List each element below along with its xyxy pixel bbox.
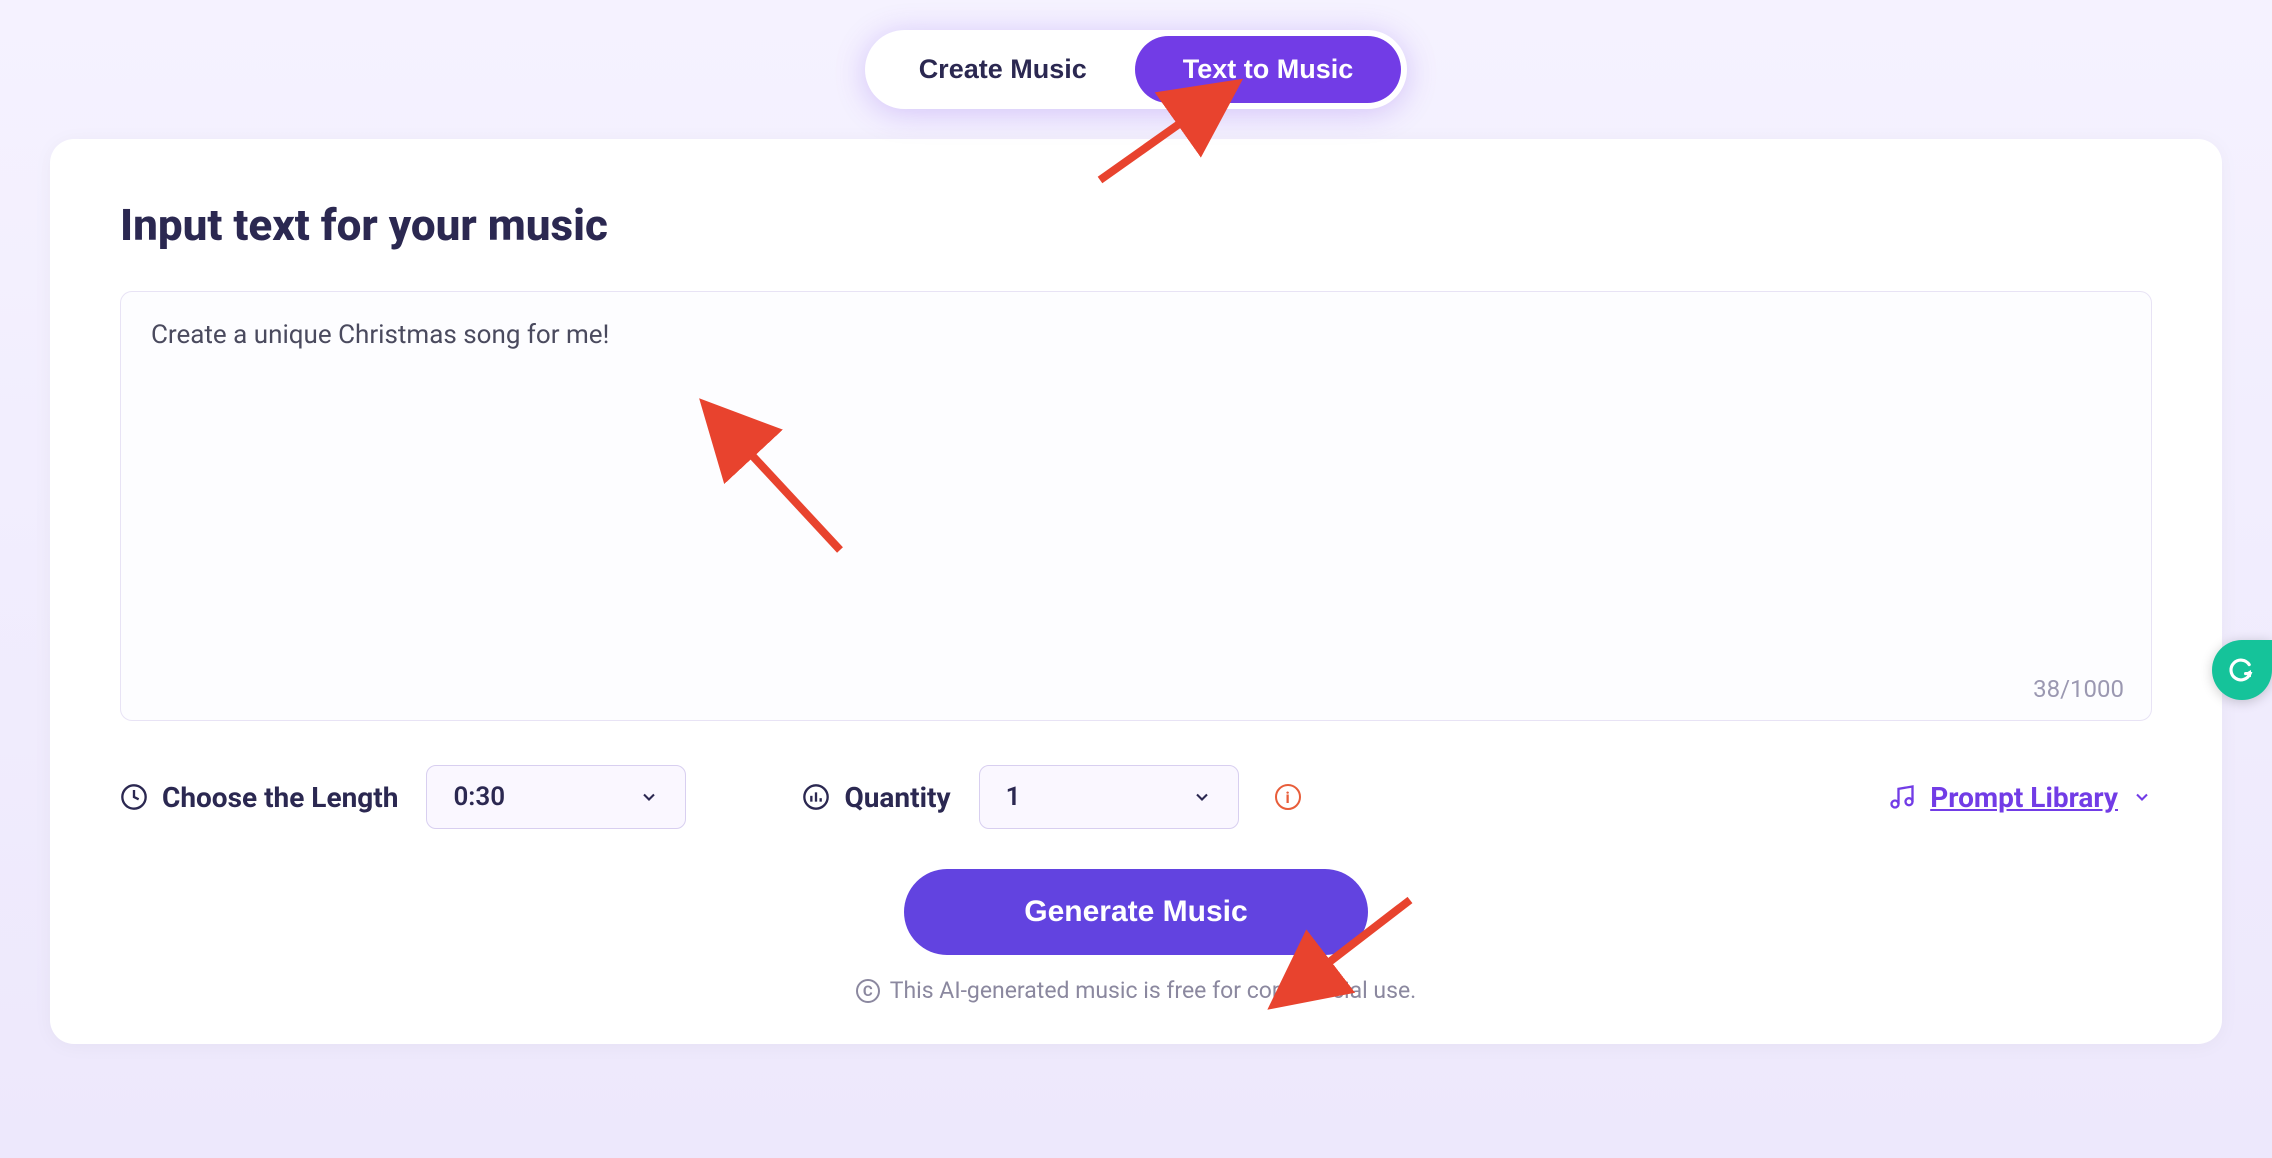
generate-button[interactable]: Generate Music <box>904 869 1367 955</box>
length-label-text: Choose the Length <box>162 781 398 814</box>
tabs-wrapper: Create Music Text to Music <box>865 30 1408 109</box>
quantity-label-text: Quantity <box>844 781 950 814</box>
quantity-value: 1 <box>1006 782 1021 812</box>
length-value: 0:30 <box>453 782 505 812</box>
copyright-icon: C <box>856 979 880 1003</box>
tab-create-music[interactable]: Create Music <box>871 36 1135 103</box>
main-card: Input text for your music 38/1000 Choose… <box>50 139 2222 1044</box>
grammarly-badge[interactable] <box>2212 640 2272 700</box>
char-counter: 38/1000 <box>2033 675 2124 703</box>
info-icon[interactable]: i <box>1275 784 1301 810</box>
disclaimer: C This AI-generated music is free for co… <box>856 977 1416 1004</box>
quantity-label: Quantity <box>802 781 950 814</box>
controls-row: Choose the Length 0:30 Quantity 1 i <box>120 765 2152 829</box>
prompt-input[interactable] <box>120 291 2152 721</box>
prompt-library-link[interactable]: Prompt Library <box>1888 781 2152 814</box>
quantity-select[interactable]: 1 <box>979 765 1239 829</box>
clock-icon <box>120 783 148 811</box>
bars-icon <box>802 783 830 811</box>
chevron-down-icon <box>2132 787 2152 807</box>
textarea-wrapper: 38/1000 <box>120 291 2152 725</box>
length-select[interactable]: 0:30 <box>426 765 686 829</box>
prompt-library-text: Prompt Library <box>1930 781 2118 814</box>
chevron-down-icon <box>1192 787 1212 807</box>
disclaimer-text: This AI-generated music is free for comm… <box>890 977 1416 1004</box>
generate-section: Generate Music C This AI-generated music… <box>120 869 2152 1004</box>
music-note-icon <box>1888 783 1916 811</box>
length-label: Choose the Length <box>120 781 398 814</box>
grammarly-icon <box>2224 652 2260 688</box>
tab-text-to-music[interactable]: Text to Music <box>1135 36 1402 103</box>
tabs-container: Create Music Text to Music <box>0 0 2272 139</box>
page-heading: Input text for your music <box>120 199 2152 251</box>
chevron-down-icon <box>639 787 659 807</box>
